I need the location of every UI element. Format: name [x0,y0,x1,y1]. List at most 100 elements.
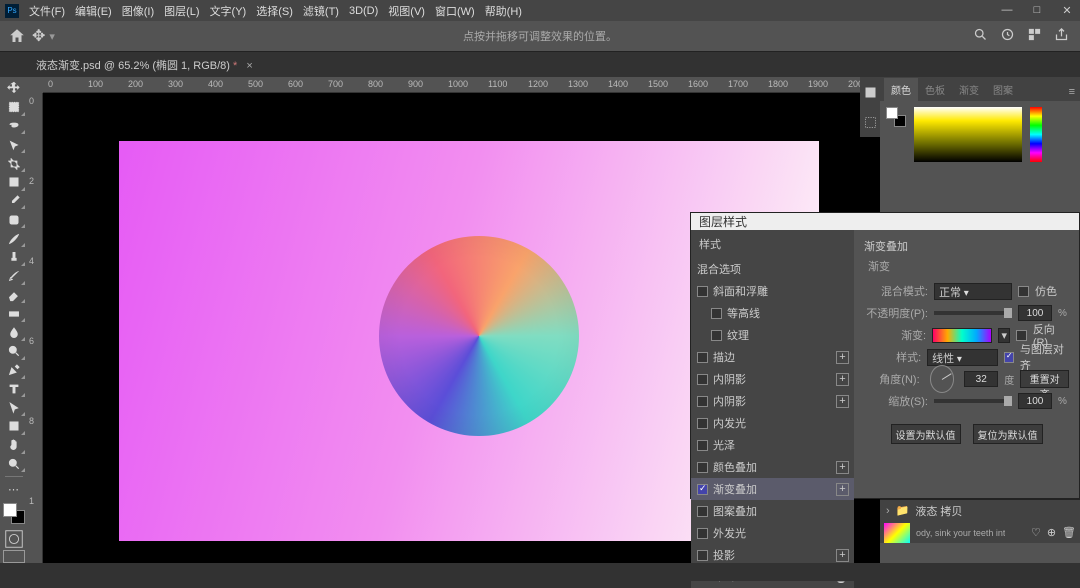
dialog-title[interactable]: 图层样式 [691,213,1079,230]
panel-tab-swatches[interactable]: 色板 [918,78,952,101]
hue-slider[interactable] [1030,107,1042,162]
ls-pattern-overlay[interactable]: 图案叠加 [691,500,854,522]
ls-styles-header[interactable]: 样式 [691,230,854,258]
menu-image[interactable]: 图像(I) [122,3,154,19]
folder-icon[interactable]: 📁 [896,504,910,517]
history-brush-tool[interactable] [1,267,26,286]
dock-icon-1[interactable] [863,85,878,100]
style-select[interactable]: 线性 ▾ [927,349,998,366]
ls-stroke[interactable]: 描边+ [691,346,854,368]
ruler-origin[interactable] [27,77,43,93]
panel-tab-gradients[interactable]: 渐变 [952,78,986,101]
panel-color-swatch[interactable] [886,107,906,127]
ls-blending-options[interactable]: 混合选项 [691,258,854,280]
ls-bevel[interactable]: 斜面和浮雕 [691,280,854,302]
ls-contour[interactable]: 等高线 [691,302,854,324]
pen-tool[interactable] [1,361,26,380]
menu-help[interactable]: 帮助(H) [485,3,522,19]
add-icon[interactable]: + [836,483,849,496]
close-window-button[interactable]: ✕ [1059,4,1075,17]
ls-inner-glow[interactable]: 内发光 [691,412,854,434]
menu-window[interactable]: 窗口(W) [435,3,475,19]
delete-icon[interactable]: 🗑 [1062,526,1076,539]
gradient-tool[interactable] [1,304,26,323]
scale-input[interactable] [1018,393,1052,409]
dither-checkbox[interactable] [1018,286,1029,297]
opacity-slider[interactable] [934,311,1012,315]
dock-icon-2[interactable] [863,115,878,130]
move-tool-icon[interactable]: ✥ [32,26,45,46]
add-icon[interactable]: + [836,395,849,408]
opacity-input[interactable] [1018,305,1052,321]
ls-inner-shadow-1[interactable]: 内阴影+ [691,368,854,390]
history-icon[interactable] [1000,27,1015,45]
ls-gradient-overlay[interactable]: 渐变叠加+ [691,478,854,500]
layer-thumb[interactable] [884,523,910,543]
add-layer-icon[interactable]: ⊕ [1047,526,1056,539]
lasso-tool[interactable] [1,117,26,136]
heart-icon[interactable]: ♡ [1031,526,1041,539]
zoom-tool[interactable] [1,455,26,474]
share-icon[interactable] [1054,27,1072,45]
panel-tab-color[interactable]: 颜色 [884,78,918,101]
shape-tool[interactable] [1,417,26,436]
menu-type[interactable]: 文字(Y) [210,3,247,19]
make-default-button[interactable]: 设置为默认值 [891,424,961,444]
color-swatch[interactable] [3,503,25,524]
search-icon[interactable] [973,27,988,45]
panel-menu-icon[interactable]: ≡ [1064,83,1080,101]
hand-tool[interactable] [1,436,26,455]
reset-align-button[interactable]: 重置对齐 [1020,370,1069,388]
stamp-tool[interactable] [1,248,26,267]
add-icon[interactable]: + [836,351,849,364]
menu-file[interactable]: 文件(F) [29,3,65,19]
marquee-tool[interactable] [1,98,26,117]
brush-tool[interactable] [1,229,26,248]
menu-3d[interactable]: 3D(D) [349,5,378,17]
menu-layer[interactable]: 图层(L) [164,3,199,19]
menu-filter[interactable]: 滤镜(T) [303,3,339,19]
ls-texture[interactable]: 纹理 [691,324,854,346]
reset-default-button[interactable]: 复位为默认值 [973,424,1043,444]
type-tool[interactable] [1,380,26,399]
color-picker-field[interactable] [914,107,1022,162]
crop-tool[interactable] [1,154,26,173]
gradient-dropdown[interactable]: ▾ [998,328,1010,343]
layer-folder-name[interactable]: 液态 拷贝 [915,503,962,519]
blur-tool[interactable] [1,323,26,342]
chevron-right-icon[interactable]: › [886,505,890,517]
gradient-preview[interactable] [932,328,992,343]
frame-tool[interactable] [1,173,26,192]
maximize-button[interactable]: □ [1029,4,1045,17]
quick-select-tool[interactable] [1,135,26,154]
menu-edit[interactable]: 编辑(E) [75,3,112,19]
ellipse-shape[interactable] [379,236,579,436]
eraser-tool[interactable] [1,286,26,305]
angle-dial[interactable] [930,365,955,393]
ls-satin[interactable]: 光泽 [691,434,854,456]
home-icon[interactable] [8,27,26,45]
path-select-tool[interactable] [1,398,26,417]
menu-view[interactable]: 视图(V) [388,3,425,19]
minimize-button[interactable]: — [999,4,1015,17]
angle-input[interactable] [964,371,998,387]
ls-inner-shadow-2[interactable]: 内阴影+ [691,390,854,412]
scale-slider[interactable] [934,399,1012,403]
menu-select[interactable]: 选择(S) [256,3,293,19]
ls-color-overlay[interactable]: 颜色叠加+ [691,456,854,478]
edit-toolbar-button[interactable]: ⋯ [1,480,26,499]
panel-tab-patterns[interactable]: 图案 [986,78,1020,101]
ruler-vertical[interactable]: 0 2 4 6 8 1 [27,93,43,563]
heal-tool[interactable] [1,210,26,229]
quick-mask-button[interactable] [3,528,25,546]
ls-outer-glow[interactable]: 外发光 [691,522,854,544]
add-icon[interactable]: + [836,549,849,562]
tab-close-icon[interactable]: × [246,60,252,72]
move-tool[interactable] [1,79,26,98]
ruler-horizontal[interactable]: 0 100 200 300 400 500 600 700 800 900 10… [43,77,880,93]
screen-mode-button[interactable] [3,550,25,563]
reverse-checkbox[interactable] [1016,330,1027,341]
blend-mode-select[interactable]: 正常 ▾ [934,283,1012,300]
add-icon[interactable]: + [836,373,849,386]
arrange-icon[interactable] [1027,27,1042,45]
